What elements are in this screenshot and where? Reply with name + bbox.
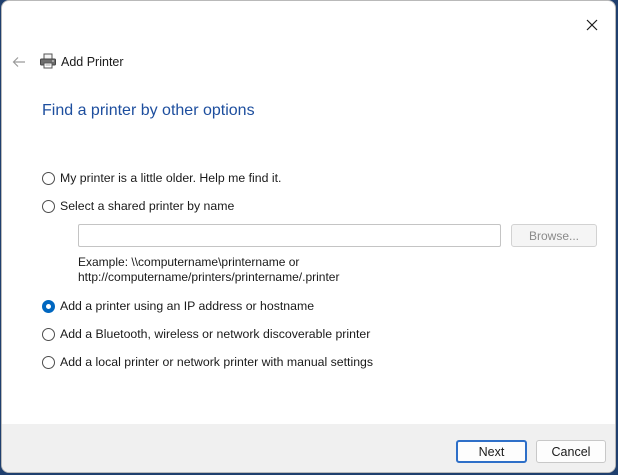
shared-printer-name-input[interactable] xyxy=(78,224,501,247)
option-bluetooth-wireless[interactable]: Add a Bluetooth, wireless or network dis… xyxy=(42,327,370,341)
printer-icon xyxy=(40,53,56,69)
close-button[interactable] xyxy=(569,1,615,49)
title-bar xyxy=(2,1,615,49)
page-heading: Find a printer by other options xyxy=(42,102,255,119)
back-button[interactable] xyxy=(8,51,30,73)
shared-printer-example: Example: \\computername\printername or h… xyxy=(78,255,339,285)
option-label: My printer is a little older. Help me fi… xyxy=(60,171,282,185)
radio-button[interactable] xyxy=(42,355,55,369)
wizard-title: Add Printer xyxy=(61,55,124,69)
dialog-footer: Next Cancel xyxy=(2,424,615,472)
option-older-printer[interactable]: My printer is a little older. Help me fi… xyxy=(42,171,281,185)
example-line: Example: \\computername\printername or xyxy=(78,255,300,269)
option-ip-hostname[interactable]: Add a printer using an IP address or hos… xyxy=(42,299,314,313)
add-printer-dialog: Add Printer Find a printer by other opti… xyxy=(1,0,616,473)
option-label: Add a Bluetooth, wireless or network dis… xyxy=(60,327,371,341)
option-local-manual[interactable]: Add a local printer or network printer w… xyxy=(42,355,373,369)
radio-button[interactable] xyxy=(42,199,55,213)
option-label: Select a shared printer by name xyxy=(60,199,235,213)
radio-button[interactable] xyxy=(42,171,55,185)
browse-button[interactable]: Browse... xyxy=(511,224,597,247)
cancel-button[interactable]: Cancel xyxy=(536,440,606,463)
example-line: http://computername/printers/printername… xyxy=(78,270,340,284)
radio-button[interactable] xyxy=(42,327,55,341)
option-shared-printer[interactable]: Select a shared printer by name xyxy=(42,199,234,213)
back-arrow-icon xyxy=(12,57,25,67)
close-icon xyxy=(586,19,598,31)
radio-button-selected[interactable] xyxy=(42,299,55,313)
wizard-header: Add Printer xyxy=(2,49,615,79)
option-label: Add a local printer or network printer w… xyxy=(60,355,374,369)
next-button[interactable]: Next xyxy=(456,440,527,463)
option-label: Add a printer using an IP address or hos… xyxy=(60,299,315,313)
